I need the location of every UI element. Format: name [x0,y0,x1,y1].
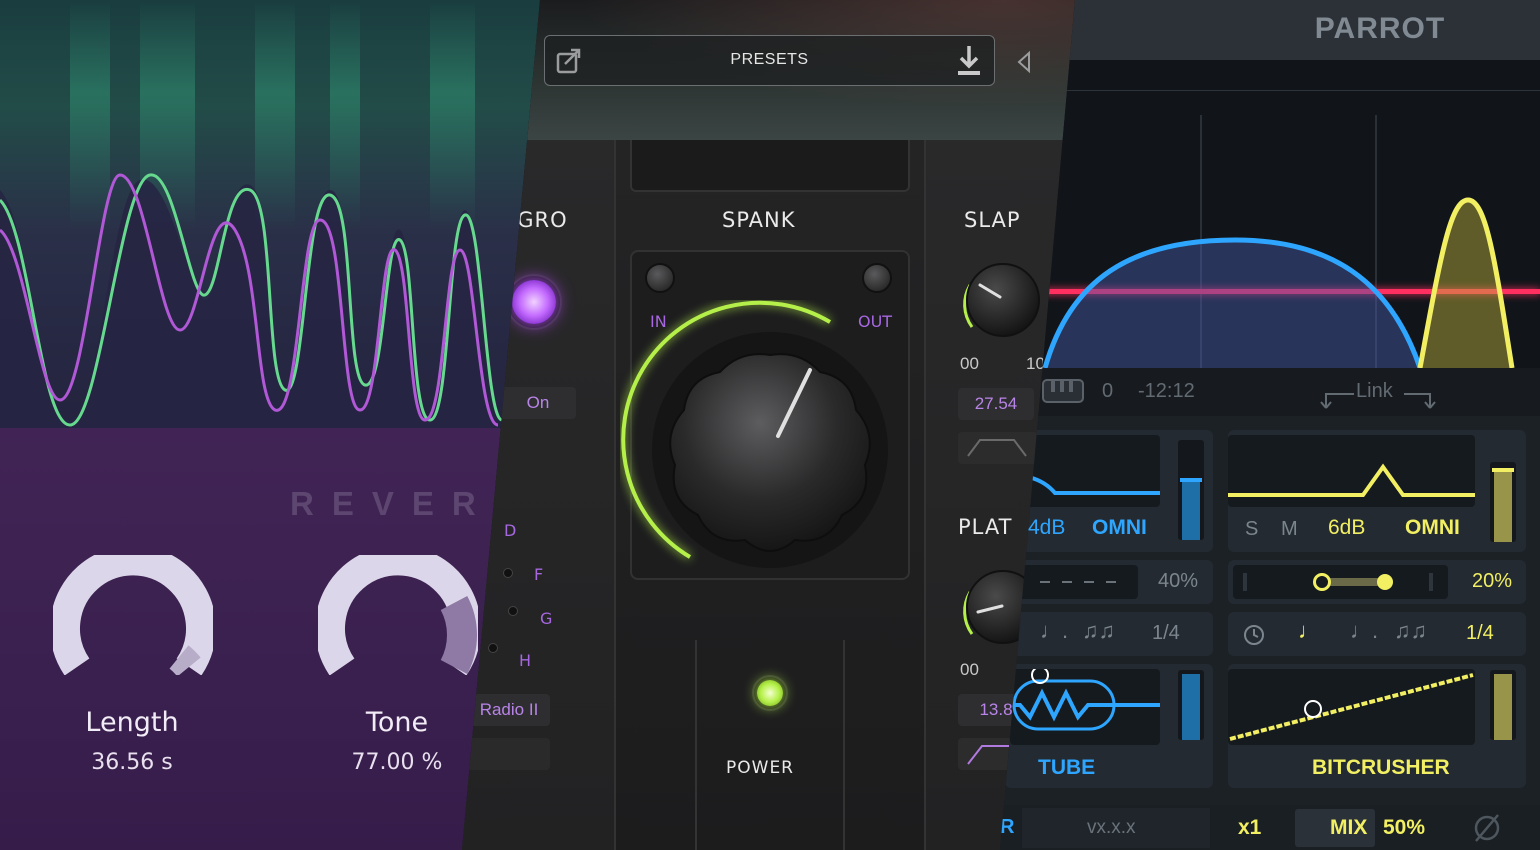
quarter-note-icon[interactable]: ♩ [1298,618,1320,644]
plat-range-min: 00 [960,660,979,679]
slap-range-min: 00 [960,354,979,373]
letter-f: F [534,565,544,584]
ggro-preset[interactable]: Radio II [468,694,550,726]
parrot-curve-display[interactable] [1000,60,1540,368]
letter-h: H [519,651,532,670]
ggro-status[interactable]: On [500,387,576,419]
slap-shape-box[interactable] [958,432,1038,464]
multiplier-button[interactable]: x1 [1238,816,1261,840]
tone-value: 77.00 % [351,750,443,775]
phase-invert-icon[interactable] [1472,813,1502,843]
tone-knob[interactable] [318,555,478,675]
right-meter-fill [1494,470,1512,542]
depth-range [1323,578,1385,586]
out-trim-knob[interactable] [862,263,892,293]
right-band-display [1228,435,1475,507]
tone-label: Tone [365,707,429,738]
depth-handle-max[interactable] [1377,574,1393,590]
presets-label: PRESETS [730,51,809,68]
power-label: POWER [726,758,794,778]
length-knob[interactable] [53,555,213,675]
mix-value[interactable]: 50% [1383,816,1425,840]
left-depth-dashes [1040,581,1116,583]
selector-dot[interactable] [488,643,498,653]
left-effect-meter[interactable] [1178,670,1204,740]
left-percent: 40% [1158,570,1199,592]
right-band-meter[interactable] [1490,462,1516,542]
right-effect-name[interactable]: BITCRUSHER [1312,756,1450,780]
mix-label[interactable]: MIX [1330,816,1367,840]
length-label: Length [85,707,179,738]
depth-tick [1429,573,1433,591]
left-effect-display[interactable] [1010,666,1160,745]
info-time: -12:12 [1138,380,1195,402]
left-gain[interactable]: 4dB [1028,516,1065,540]
spank-stem [695,640,845,850]
spank-main-knob[interactable] [620,300,920,600]
slap-title: SLAP [964,208,1021,232]
letter-d: D [504,521,517,540]
version-label: vx.x.x [1087,817,1136,838]
slap-value[interactable]: 27.54 [958,388,1034,420]
left-meter-fill [1182,482,1200,540]
left-meter-thumb[interactable] [1180,478,1202,482]
left-band-meter[interactable] [1178,440,1204,540]
left-effect-name[interactable]: TUBE [1038,756,1095,780]
reverb-visualizer [0,0,540,428]
right-effect-fill [1494,674,1512,740]
parrot-graph [1000,60,1540,368]
selector-dot[interactable] [503,568,513,578]
right-division[interactable]: 1/4 [1466,622,1494,645]
dotted-note-icon[interactable]: ♩. [1350,618,1378,644]
triplet-note-icon[interactable]: ♫♫ [1394,618,1427,644]
link-arrows-icon [1320,393,1436,409]
left-depth-track[interactable] [1010,565,1138,599]
letter-g: G [540,609,553,628]
left-mode[interactable]: OMNI [1092,516,1147,540]
ggro-blank-box[interactable] [466,738,550,770]
depth-handle-min[interactable] [1313,573,1331,591]
right-band-curve [1228,463,1475,497]
tube-curve-icon [1010,666,1160,731]
triplet-note-icon[interactable]: ♫♫ [1082,618,1115,644]
right-gain[interactable]: 6dB [1328,516,1365,540]
slap-range-max: 10 [1026,354,1045,373]
prev-preset-icon[interactable] [1015,50,1035,74]
spank-title: SPANK [722,208,796,232]
parrot-info-row: 0 -12:12 Link [1000,368,1540,416]
slap-knob[interactable] [958,255,1048,345]
bitcrusher-curve-icon [1229,673,1474,741]
depth-tick [1243,573,1247,591]
slap-shape-icon [967,439,1027,457]
left-effect-fill [1182,674,1200,740]
presets-bar[interactable]: PRESETS [544,35,995,86]
selector-dot[interactable] [508,606,518,616]
plat-title: PLAT [958,515,1013,539]
parrot-title: PARROT [1314,12,1446,45]
waveform-fill [0,179,500,428]
solo-button[interactable]: S [1245,518,1258,541]
ggro-led[interactable] [512,280,556,324]
spank-display-slot [630,140,910,192]
dotted-note-icon[interactable]: ♩. [1040,618,1068,644]
waveform-graph [0,173,504,428]
right-meter-thumb[interactable] [1492,468,1514,472]
length-value: 36.56 s [91,750,173,775]
mute-button[interactable]: M [1281,518,1298,541]
power-button[interactable] [757,680,783,706]
right-effect-meter[interactable] [1490,670,1516,740]
piano-icon[interactable] [1040,377,1090,407]
in-trim-knob[interactable] [645,263,675,293]
left-division[interactable]: 1/4 [1152,622,1180,645]
right-percent: 20% [1472,570,1513,592]
clock-icon[interactable] [1242,623,1266,647]
download-icon[interactable] [954,44,984,78]
info-zero: 0 [1102,380,1114,402]
right-depth-track[interactable] [1233,565,1448,599]
right-effect-display[interactable] [1228,669,1475,745]
right-mode[interactable]: OMNI [1405,516,1460,540]
